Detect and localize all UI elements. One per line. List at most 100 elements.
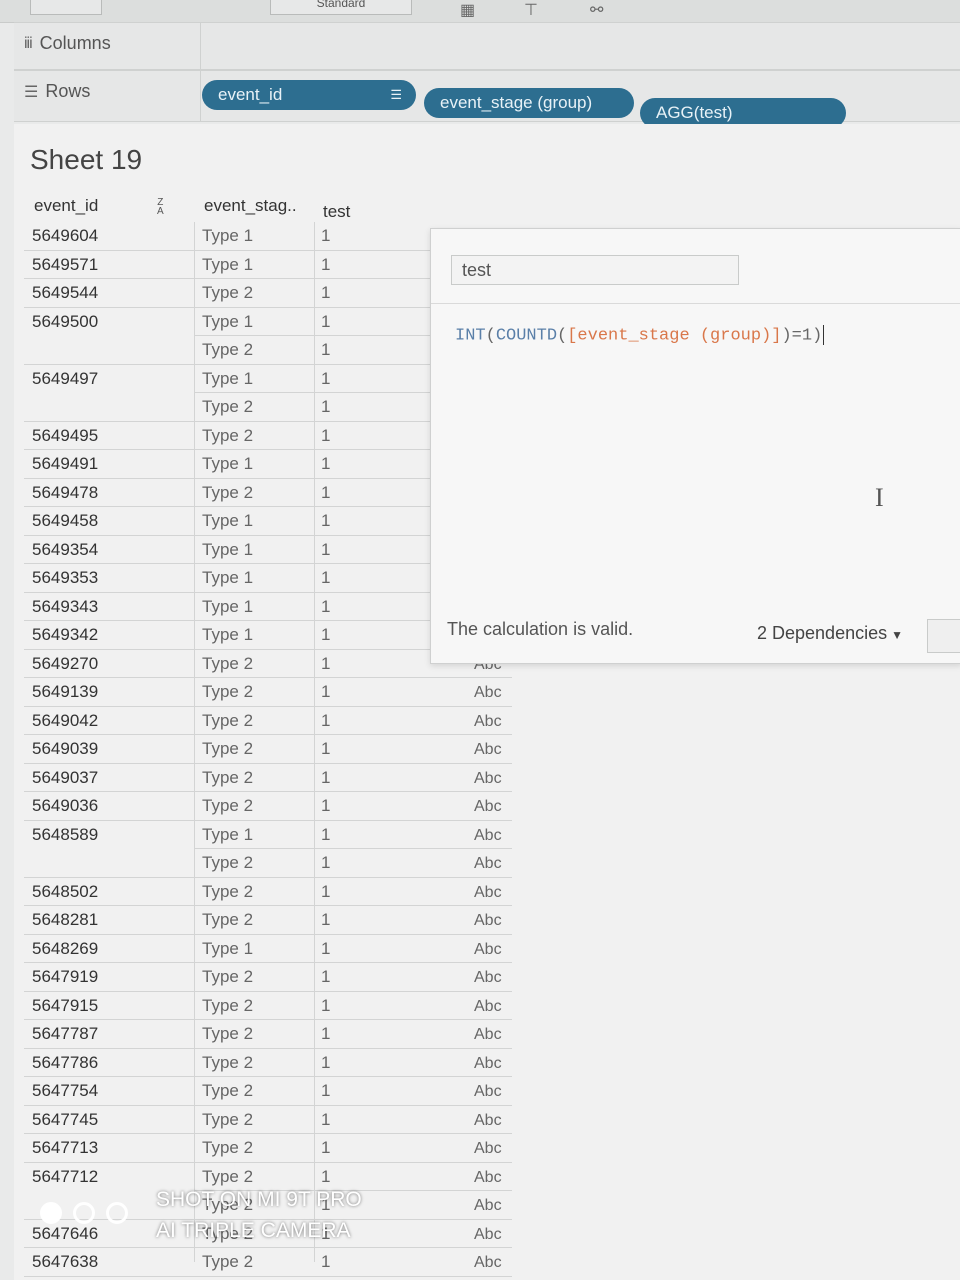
cell-event-id: 5649604	[32, 226, 99, 245]
cell-test: 1	[321, 311, 331, 331]
table-row[interactable]: 5647915 Type 2 1 Abc	[24, 992, 512, 1020]
table-row[interactable]: 5647786 Type 2 1 Abc	[24, 1049, 512, 1077]
cell-test: 1	[321, 767, 331, 787]
cell-event-stage: Type 1	[202, 568, 254, 587]
cell-abc: Abc	[474, 1083, 502, 1100]
table-row[interactable]: 5647745 Type 2 1 Abc	[24, 1106, 512, 1134]
cell-test: 1	[321, 283, 331, 302]
calc-name-field[interactable]: test	[451, 255, 739, 285]
table-row[interactable]: 5647787 Type 2 1 Abc	[24, 1020, 512, 1049]
dropdown-arrow-icon: ▼	[891, 628, 903, 642]
cell-abc: Abc	[474, 1111, 502, 1129]
table-row[interactable]: 5647713 Type 2 1 Abc	[24, 1134, 512, 1163]
dependencies-dropdown[interactable]: 2 Dependencies ▼	[757, 623, 903, 644]
cell-abc: Abc	[474, 1197, 502, 1214]
text-caret	[823, 325, 825, 345]
cell-test: 1	[321, 539, 331, 559]
cell-event-stage: Type 2	[202, 1166, 254, 1186]
cell-event-id: 5647713	[32, 1138, 99, 1157]
cell-abc: Abc	[474, 1254, 502, 1271]
cell-abc: Abc	[474, 1168, 502, 1186]
cell-event-id: 5649544	[32, 283, 99, 302]
text-cursor-icon: I	[875, 483, 884, 512]
camera-logo-icon	[40, 1202, 140, 1232]
pill-event-stage-group[interactable]: event_stage (group)	[424, 88, 634, 118]
header-test[interactable]: test	[323, 202, 350, 222]
cell-test: 1	[321, 910, 331, 929]
cell-event-stage: Type 1	[202, 539, 254, 559]
cell-event-stage: Type 1	[202, 511, 254, 530]
cell-test: 1	[321, 967, 331, 986]
cell-event-id: 5649478	[32, 482, 99, 502]
cell-test: 1	[321, 397, 331, 416]
columns-shelf-label: iii Columns	[24, 33, 111, 53]
cell-event-stage: Type 2	[202, 1024, 254, 1043]
columns-shelf[interactable]: iii Columns	[14, 22, 960, 70]
table-row[interactable]: 5649042 Type 2 1 Abc	[24, 707, 512, 735]
table-row[interactable]: 5648502 Type 2 1 Abc	[24, 878, 512, 906]
apply-button[interactable]	[927, 619, 960, 653]
cell-event-id: 5649342	[32, 625, 99, 644]
pill-event-id[interactable]: event_id ☰	[202, 80, 416, 110]
show-me-icon[interactable]: ▦	[460, 0, 475, 20]
cell-abc: Abc	[474, 855, 502, 872]
table-row[interactable]: 5647638 Type 2 1 Abc	[24, 1248, 512, 1277]
sort-descending-icon[interactable]: ZA	[157, 198, 164, 217]
cell-test: 1	[321, 881, 331, 901]
cell-event-stage: Type 1	[202, 625, 254, 644]
cell-abc: Abc	[474, 1054, 502, 1072]
cell-event-stage: Type 2	[202, 1109, 254, 1129]
toolbar: Standard ▦ ⊤ ⚯	[0, 0, 960, 23]
calculation-editor[interactable]: test INT(COUNTD([event_stage (group)])=1…	[430, 228, 960, 664]
cell-event-id: 5647919	[32, 967, 99, 986]
cell-test: 1	[321, 625, 331, 644]
sort-icon[interactable]: ☰	[390, 87, 402, 103]
header-event-stage[interactable]: event_stag..	[204, 196, 297, 216]
cell-test: 1	[321, 226, 331, 245]
table-row[interactable]: 5648269 Type 1 1 Abc	[24, 935, 512, 963]
table-row[interactable]: 5649037 Type 2 1 Abc	[24, 764, 512, 792]
cell-event-stage: Type 2	[202, 967, 254, 986]
cell-test: 1	[321, 482, 331, 502]
cell-event-id: 5649039	[32, 739, 99, 758]
cell-event-stage: Type 2	[202, 1052, 254, 1072]
cell-event-stage: Type 2	[202, 853, 254, 872]
cell-test: 1	[321, 511, 331, 530]
table-row[interactable]: 5648589 Type 1 1 Abc	[24, 821, 512, 849]
cell-event-id: 5648502	[32, 881, 99, 901]
cell-abc: Abc	[474, 912, 502, 929]
table-row[interactable]: Type 2 1 Abc	[24, 849, 512, 878]
cell-abc: Abc	[474, 969, 502, 986]
cell-event-stage: Type 1	[202, 824, 254, 844]
cell-test: 1	[321, 425, 331, 445]
table-row[interactable]: 5647919 Type 2 1 Abc	[24, 963, 512, 992]
cell-test: 1	[321, 1081, 331, 1100]
share-icon[interactable]: ⚯	[590, 0, 603, 20]
cell-event-stage: Type 2	[202, 881, 254, 901]
cell-event-id: 5649036	[32, 796, 99, 815]
cell-test: 1	[321, 796, 331, 815]
header-event-id[interactable]: event_id	[34, 196, 98, 216]
table-row[interactable]: 5648281 Type 2 1 Abc	[24, 906, 512, 935]
cell-abc: Abc	[474, 826, 502, 844]
cell-event-id: 5649497	[32, 368, 99, 388]
table-row[interactable]: 5649036 Type 2 1 Abc	[24, 792, 512, 821]
table-row[interactable]: 5647754 Type 2 1 Abc	[24, 1077, 512, 1106]
cell-abc: Abc	[474, 997, 502, 1015]
formula-editor[interactable]: INT(COUNTD([event_stage (group)])=1)	[455, 325, 825, 345]
cell-event-stage: Type 2	[202, 482, 254, 502]
toolbar-button[interactable]	[30, 0, 102, 15]
table-row[interactable]: 5649139 Type 2 1 Abc	[24, 678, 512, 707]
table-row[interactable]: 5647712 Type 2 1 Abc	[24, 1163, 512, 1191]
cell-abc: Abc	[474, 741, 502, 758]
presentation-icon[interactable]: ⊤	[524, 0, 538, 20]
cell-event-stage: Type 2	[202, 283, 254, 302]
cell-event-id: 5647754	[32, 1081, 99, 1100]
cell-test: 1	[321, 1109, 331, 1129]
cell-abc: Abc	[474, 1225, 502, 1243]
mark-type-dropdown[interactable]: Standard	[270, 0, 412, 15]
cell-event-stage: Type 1	[202, 938, 254, 958]
rows-icon: ☰	[24, 83, 38, 101]
cell-event-id: 5649037	[32, 767, 99, 787]
table-row[interactable]: 5649039 Type 2 1 Abc	[24, 735, 512, 764]
